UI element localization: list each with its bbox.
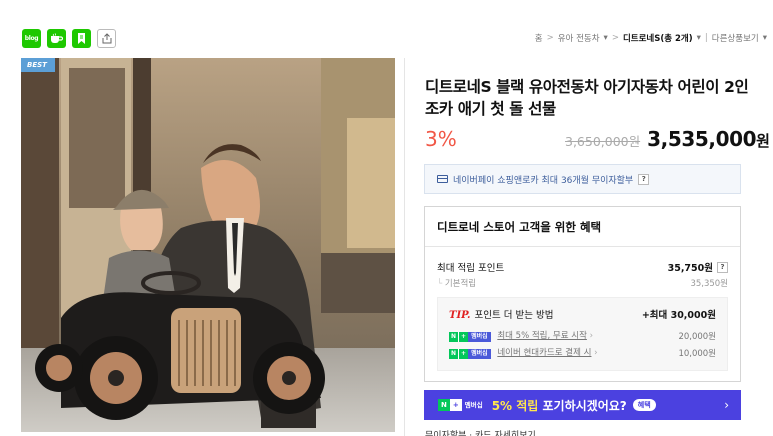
chevron-right-icon[interactable]: › <box>724 398 729 412</box>
breadcrumb-current[interactable]: 디트로네S(총 2개) <box>623 32 693 44</box>
help-icon[interactable]: ? <box>717 261 728 273</box>
blog-share-icon[interactable]: blog <box>22 29 41 48</box>
breadcrumb-separator-icon: > <box>611 33 619 43</box>
benefits-title: 디트로네 스토어 고객을 위한 혜택 <box>437 220 602 234</box>
share-icon[interactable] <box>97 29 116 48</box>
benefits-divider <box>425 246 740 247</box>
naver-plus-membership-icon: N + 멤버십 <box>438 399 486 411</box>
breadcrumb-home[interactable]: 홈 <box>535 32 543 44</box>
breadcrumb-category[interactable]: 유아 전동차 <box>558 32 600 44</box>
tip-row-left: N + 멤버십 네이버 현대카드로 결제 시 › <box>449 346 598 359</box>
tip-box: TIP. 포인트 더 받는 방법 +최대 30,000원 N + 멤버십 최대 5% … <box>437 297 728 371</box>
chevron-down-icon[interactable]: ▾ <box>763 33 767 43</box>
tip-header: TIP. 포인트 더 받는 방법 +최대 30,000원 <box>449 307 716 321</box>
installment-footer-text: 무이자할부 · 카드 자세히보기 <box>425 431 536 436</box>
naver-plus-membership-icon: N + 멤버십 <box>449 332 491 342</box>
tip-text: 포인트 더 받는 방법 <box>474 310 554 321</box>
max-points-value-group: 35,750원? <box>668 260 728 274</box>
original-price: 3,650,000원 <box>565 134 641 149</box>
cafe-share-icon[interactable] <box>47 29 66 48</box>
membership-link[interactable]: 최대 5% 적립, 무료 시작 <box>497 331 587 341</box>
max-points-label: 최대 적립 포인트 <box>437 263 505 274</box>
discount-rate: 3% <box>425 127 457 151</box>
tip-max: +최대 30,000원 <box>641 310 716 321</box>
base-points-label: 기본적립 <box>437 277 476 289</box>
membership-banner[interactable]: N + 멤버십 5% 적립 포기하시겠어요? 혜택 › <box>424 390 741 420</box>
tip-row-amount: 10,000원 <box>678 348 716 359</box>
installment-info[interactable]: 네이버페이 쇼핑앤로카 최대 36개월 무이자할부 ? <box>424 164 741 194</box>
sale-price-value: 3,535,000 <box>647 127 757 151</box>
card-payment-link[interactable]: 네이버 현대카드로 결제 시 <box>497 348 591 358</box>
column-divider <box>404 58 405 436</box>
base-points-row: 기본적립 35,350원 <box>437 277 728 289</box>
help-icon[interactable]: ? <box>638 173 650 185</box>
best-badge: BEST <box>21 58 55 72</box>
share-bar: blog <box>22 29 116 48</box>
tip-row-card: N + 멤버십 네이버 현대카드로 결제 시 › 10,000원 <box>449 346 716 359</box>
max-points-row: 최대 적립 포인트 35,750원? <box>437 260 728 274</box>
chevron-right-icon[interactable]: › <box>590 331 593 341</box>
sale-price: 3,535,000원 <box>647 127 770 151</box>
breadcrumb-divider: | <box>704 33 708 43</box>
banner-text: 5% 적립 포기하시겠어요? <box>491 398 627 413</box>
card-icon <box>437 175 448 183</box>
other-products-link[interactable]: 다른상품보기 <box>712 32 759 44</box>
installment-text: 네이버페이 쇼핑앤로카 최대 36개월 무이자할부 <box>453 175 634 186</box>
bookmark-share-icon[interactable] <box>72 29 91 48</box>
benefit-pill: 혜택 <box>632 399 656 411</box>
chevron-right-icon[interactable]: › <box>594 348 597 358</box>
breadcrumb-separator-icon: > <box>546 33 554 43</box>
tip-heading: TIP. 포인트 더 받는 방법 <box>449 307 553 321</box>
max-points-value: 35,750원 <box>667 263 713 274</box>
price-group: 3,650,000원 3,535,000원 <box>565 127 770 151</box>
tip-row-amount: 20,000원 <box>678 331 716 342</box>
product-image[interactable]: BEST <box>21 58 395 432</box>
naver-plus-membership-icon: N + 멤버십 <box>449 349 491 359</box>
store-benefits-box: 디트로네 스토어 고객을 위한 혜택 최대 적립 포인트 35,750원? 기본… <box>424 206 741 382</box>
chevron-down-icon[interactable]: ▾ <box>604 33 608 43</box>
base-points-value: 35,350원 <box>690 279 728 289</box>
product-title: 디트로네S 블랙 유아전동차 아기자동차 어린이 2인 조카 애기 첫 돌 선물 <box>425 78 749 118</box>
tip-row-left: N + 멤버십 최대 5% 적립, 무료 시작 › <box>449 329 593 342</box>
breadcrumb: 홈 > 유아 전동차 ▾ > 디트로네S(총 2개) ▾ | 다른상품보기 ▾ <box>535 32 767 44</box>
tip-label: TIP. <box>449 310 471 321</box>
tip-row-membership: N + 멤버십 최대 5% 적립, 무료 시작 › 20,000원 <box>449 329 716 342</box>
chevron-down-icon[interactable]: ▾ <box>697 33 701 43</box>
price-unit: 원 <box>756 132 770 150</box>
